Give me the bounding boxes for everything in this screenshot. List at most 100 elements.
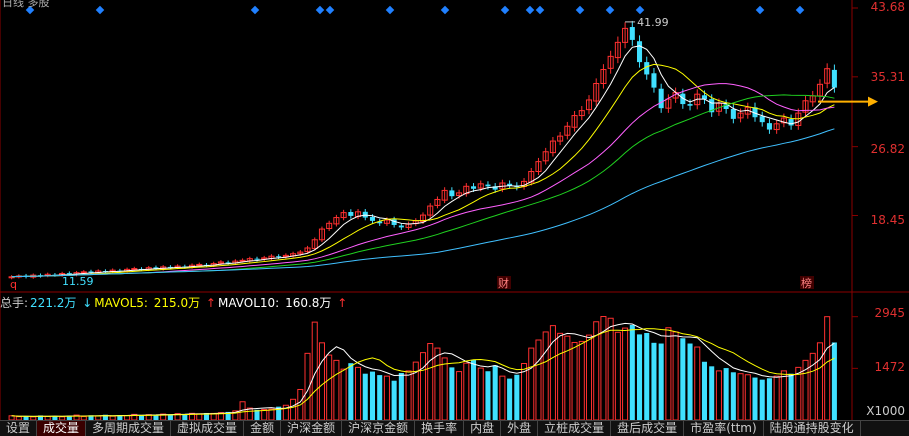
mavol10-label: MAVOL10: [217, 296, 280, 310]
event-diamond-icon [500, 5, 510, 15]
ma30-line [11, 94, 835, 278]
volume-bar-up [571, 341, 578, 420]
volume-bar-up [795, 366, 802, 420]
candle-down [348, 212, 354, 216]
candle-down [636, 41, 643, 63]
volume-bar-down [831, 342, 837, 420]
volume-bar-down [687, 343, 693, 420]
indicator-tab-bar: 设置 成交量 多周期成交量 虚拟成交量 金额 沪深金额 沪深京金额 换手率 内盘… [0, 420, 909, 436]
volume-bar-up [383, 375, 390, 420]
candle-down [687, 104, 693, 106]
candle-down [485, 184, 491, 187]
tab-virtual-volume[interactable]: 虚拟成交量 [171, 421, 245, 436]
tab-inner-volume[interactable]: 内盘 [464, 421, 502, 436]
volume-bar-up [622, 327, 629, 420]
high-price-label: 41.99 [637, 16, 669, 29]
tab-outer-volume[interactable]: 外盘 [501, 421, 539, 436]
tab-after-hours-volume[interactable]: 盘后成交量 [611, 421, 685, 436]
volume-bar-up [744, 374, 751, 420]
volume-bar-up [355, 366, 362, 420]
total-volume-label: 总手: [0, 296, 29, 310]
candle-down [470, 186, 477, 189]
volume-bar-down [449, 367, 455, 420]
event-diamond-icon [525, 5, 535, 15]
volume-bar-down [766, 378, 772, 420]
volume-bar-up [773, 375, 780, 420]
volume-bar-down [492, 365, 498, 420]
bang-marker: 榜 [801, 276, 812, 290]
volume-bar-down [723, 368, 729, 420]
volume-bar-up [557, 332, 564, 420]
tab-volume[interactable]: 成交量 [37, 421, 87, 436]
volume-bar-up [816, 342, 823, 420]
tab-hsj-amount[interactable]: 沪深京金额 [342, 421, 416, 436]
volume-bar-down [391, 380, 397, 420]
volume-bar-up [419, 352, 427, 420]
volume-bar-down [507, 378, 513, 420]
candle-down [766, 123, 772, 130]
tab-hs-amount[interactable]: 沪深金额 [281, 421, 343, 436]
volume-bar-down [348, 363, 354, 420]
tab-turnover[interactable]: 换手率 [415, 421, 465, 436]
tab-northbound-holding[interactable]: 陆股通持股变化 [764, 421, 861, 436]
event-diamond-icon [325, 5, 335, 15]
volume-bar-up [607, 317, 614, 420]
volume-bar-up [737, 373, 744, 420]
ma60-line [11, 128, 835, 278]
volume-bar-up [824, 316, 831, 420]
candle-down [788, 119, 794, 126]
volume-bar-down [709, 366, 715, 420]
ma5-line [11, 45, 835, 278]
tab-multi-period-volume[interactable]: 多周期成交量 [86, 421, 172, 436]
ma20-line [11, 83, 835, 278]
tab-settings[interactable]: 设置 [0, 421, 38, 436]
volume-bar-up [434, 347, 441, 420]
candle-up [131, 268, 138, 271]
event-diamond-icon [535, 5, 545, 15]
volume-bar-down [362, 373, 368, 420]
volume-bar-up [665, 327, 672, 420]
ma10-line [11, 63, 835, 278]
event-diamond-icon [755, 5, 765, 15]
down-arrow-icon: ↓ [82, 296, 93, 310]
volume-bar-up [715, 370, 722, 420]
volume-bar-up [268, 408, 275, 420]
volume-bar-down [730, 372, 736, 420]
volume-bar-down [514, 374, 520, 420]
volume-bar-down [369, 371, 376, 420]
volume-bar-down [629, 324, 635, 420]
price-axis-label: 43.68 [870, 0, 905, 14]
volume-bar-up [578, 340, 585, 420]
volume-axis-label: 1472 [874, 360, 905, 374]
volume-bar-up [499, 375, 506, 420]
tab-pile-volume[interactable]: 立桩成交量 [538, 421, 612, 436]
candle-up [239, 259, 246, 262]
volume-bar-up [463, 362, 470, 420]
volume-bar-down [485, 371, 491, 420]
tab-amount[interactable]: 金额 [244, 421, 282, 436]
kline-chart[interactable]: 41.99 11.59 q 财 榜 [0, 0, 909, 420]
candle-up [80, 271, 87, 274]
volume-bar-down [644, 332, 650, 420]
target-arrow-icon [868, 96, 878, 107]
volume-bar-up [441, 357, 448, 420]
volume-axis-label: 2945 [874, 306, 905, 320]
event-diamond-icon [95, 5, 105, 15]
up-arrow-icon: ↑ [337, 296, 348, 310]
stock-chart-window: 41.99 11.59 q 财 榜 [0, 0, 909, 435]
fin-marker: 财 [498, 276, 509, 290]
volume-bar-down [398, 372, 404, 420]
volume-bar-up [672, 331, 679, 420]
price-axis-label: 35.31 [870, 70, 905, 84]
volume-bar-up [564, 335, 571, 420]
event-diamond-icon [575, 5, 585, 15]
volume-bar-down [377, 375, 383, 420]
volume-bar-up [585, 334, 593, 420]
tab-pe-ttm[interactable]: 市盈率(ttm) [684, 421, 764, 436]
candle-down [658, 88, 664, 109]
volume-bar-up [614, 331, 621, 420]
volume-bar-down [680, 338, 686, 420]
volume-bar-up [333, 359, 340, 420]
candle-down [831, 69, 837, 88]
volume-bar-up [246, 407, 253, 420]
